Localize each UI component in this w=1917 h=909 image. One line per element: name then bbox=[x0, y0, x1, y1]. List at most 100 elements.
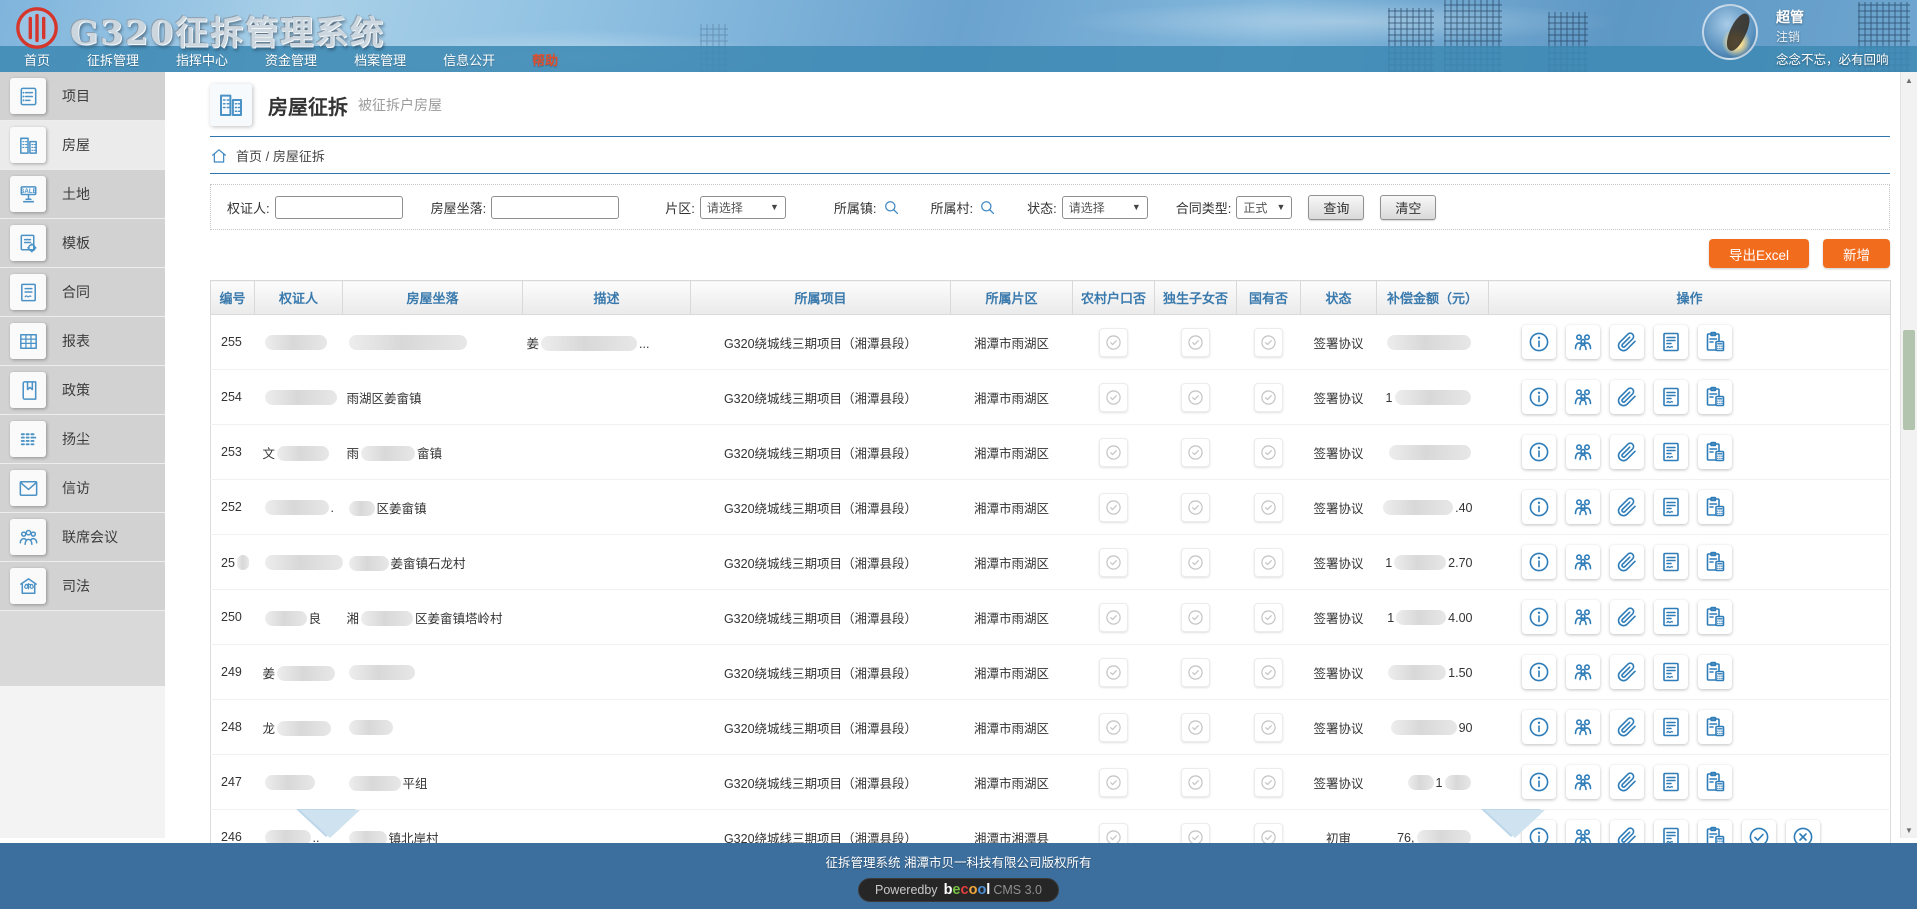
project-cell: G320绕城线三期项目（湘潭县段） bbox=[691, 535, 951, 590]
attach-icon[interactable] bbox=[1610, 325, 1644, 359]
status-select[interactable]: 请选择 ▼ bbox=[1062, 196, 1148, 219]
operations-cell bbox=[1489, 755, 1891, 810]
sidebar-item-petition[interactable]: 信访 bbox=[0, 464, 165, 513]
district-cell: 湘潭市雨湖区 bbox=[951, 755, 1073, 810]
family-icon[interactable] bbox=[1566, 380, 1600, 414]
village-search-icon[interactable] bbox=[978, 198, 997, 217]
address-cell: 湘区姜畲镇塔岭村 bbox=[347, 612, 503, 626]
info-icon[interactable] bbox=[1522, 435, 1556, 469]
info-icon[interactable] bbox=[1522, 655, 1556, 689]
attach-icon[interactable] bbox=[1610, 435, 1644, 469]
table-row: 252 . 区姜畲镇 G320绕城线三期项目（湘潭县段） 湘潭市雨湖区 签署协议… bbox=[211, 480, 1891, 535]
family-icon[interactable] bbox=[1566, 655, 1600, 689]
survey-icon[interactable] bbox=[1698, 325, 1732, 359]
survey-icon[interactable] bbox=[1698, 655, 1732, 689]
contract-type-select[interactable]: 正式 ▼ bbox=[1236, 196, 1292, 219]
nav-item-info-disclosure[interactable]: 信息公开 bbox=[443, 50, 495, 69]
attach-icon[interactable] bbox=[1610, 380, 1644, 414]
district-cell: 湘潭市雨湖区 bbox=[951, 645, 1073, 700]
info-icon[interactable] bbox=[1522, 545, 1556, 579]
operations-cell bbox=[1489, 535, 1891, 590]
sidebar-item-house[interactable]: 房屋 bbox=[0, 121, 165, 170]
family-icon[interactable] bbox=[1566, 435, 1600, 469]
avatar[interactable] bbox=[1702, 4, 1758, 60]
town-search-icon[interactable] bbox=[882, 198, 901, 217]
attach-icon[interactable] bbox=[1610, 765, 1644, 799]
attach-icon[interactable] bbox=[1610, 710, 1644, 744]
area-select[interactable]: 请选择 ▼ bbox=[700, 196, 786, 219]
address-input[interactable] bbox=[491, 196, 619, 219]
contractdoc-icon[interactable] bbox=[1654, 490, 1688, 524]
sidebar-item-project[interactable]: 项目 bbox=[0, 72, 165, 121]
family-icon[interactable] bbox=[1566, 765, 1600, 799]
owner-input[interactable] bbox=[275, 196, 403, 219]
family-icon[interactable] bbox=[1566, 600, 1600, 634]
info-icon[interactable] bbox=[1522, 380, 1556, 414]
nav-item-help[interactable]: 帮助 bbox=[532, 50, 558, 69]
brand-letter: c bbox=[961, 882, 969, 898]
sidebar-item-policy[interactable]: 政策 bbox=[0, 366, 165, 415]
attach-icon[interactable] bbox=[1610, 490, 1644, 524]
scrollbar-thumb[interactable] bbox=[1903, 330, 1915, 430]
chevron-down-icon: ▼ bbox=[1268, 202, 1285, 212]
contractdoc-icon[interactable] bbox=[1654, 380, 1688, 414]
row-id: 253 bbox=[221, 445, 242, 459]
contractdoc-icon[interactable] bbox=[1654, 710, 1688, 744]
survey-icon[interactable] bbox=[1698, 600, 1732, 634]
project-cell: G320绕城线三期项目（湘潭县段） bbox=[691, 315, 951, 370]
info-icon[interactable] bbox=[1522, 490, 1556, 524]
sidebar-item-dust[interactable]: 扬尘 bbox=[0, 415, 165, 464]
col-header-state-owned: 国有否 bbox=[1237, 281, 1301, 315]
attach-icon[interactable] bbox=[1610, 600, 1644, 634]
survey-icon[interactable] bbox=[1698, 435, 1732, 469]
info-icon[interactable] bbox=[1522, 600, 1556, 634]
contractdoc-icon[interactable] bbox=[1654, 765, 1688, 799]
breadcrumb[interactable]: 首页 / 房屋征拆 bbox=[210, 146, 1890, 165]
info-icon[interactable] bbox=[1522, 325, 1556, 359]
sidebar-item-label: 司法 bbox=[62, 576, 90, 596]
user-name: 超管 bbox=[1776, 7, 1804, 27]
contractdoc-icon[interactable] bbox=[1654, 435, 1688, 469]
status-cell: 签署协议 bbox=[1301, 480, 1377, 535]
survey-icon[interactable] bbox=[1698, 490, 1732, 524]
family-icon[interactable] bbox=[1566, 545, 1600, 579]
contractdoc-icon[interactable] bbox=[1654, 600, 1688, 634]
contractdoc-icon[interactable] bbox=[1654, 545, 1688, 579]
sidebar-item-land[interactable]: SALE土地 bbox=[0, 170, 165, 219]
only-child-check-icon bbox=[1181, 603, 1210, 632]
survey-icon[interactable] bbox=[1698, 765, 1732, 799]
sidebar-item-justice[interactable]: 司法 bbox=[0, 562, 165, 611]
survey-icon[interactable] bbox=[1698, 545, 1732, 579]
survey-icon[interactable] bbox=[1698, 710, 1732, 744]
clear-button[interactable]: 清空 bbox=[1380, 195, 1436, 220]
sidebar-item-meeting[interactable]: 联席会议 bbox=[0, 513, 165, 562]
export-excel-button[interactable]: 导出Excel bbox=[1709, 239, 1809, 268]
page-header: 房屋征拆 被征拆户房屋 bbox=[210, 72, 1890, 126]
attach-icon[interactable] bbox=[1610, 545, 1644, 579]
address-cell: 雨湖区姜畲镇 bbox=[347, 392, 422, 406]
family-icon[interactable] bbox=[1566, 325, 1600, 359]
vertical-scrollbar[interactable]: ▲ ▼ bbox=[1900, 72, 1917, 838]
sidebar-item-template[interactable]: 模板 bbox=[0, 219, 165, 268]
info-icon[interactable] bbox=[1522, 765, 1556, 799]
sidebar-item-report[interactable]: 报表 bbox=[0, 317, 165, 366]
petition-icon bbox=[10, 470, 46, 506]
search-button[interactable]: 查询 bbox=[1308, 195, 1364, 220]
sidebar-item-contract[interactable]: 合同 bbox=[0, 268, 165, 317]
owner-cell bbox=[263, 391, 339, 405]
info-icon[interactable] bbox=[1522, 710, 1556, 744]
family-icon[interactable] bbox=[1566, 490, 1600, 524]
scroll-up-arrow[interactable]: ▲ bbox=[1901, 72, 1917, 88]
contractdoc-icon[interactable] bbox=[1654, 325, 1688, 359]
scroll-down-arrow[interactable]: ▼ bbox=[1901, 822, 1917, 838]
family-icon[interactable] bbox=[1566, 710, 1600, 744]
add-button[interactable]: 新增 bbox=[1823, 239, 1890, 268]
nav-item-home[interactable]: 首页 bbox=[24, 50, 50, 69]
contractdoc-icon[interactable] bbox=[1654, 655, 1688, 689]
row-id: 247 bbox=[221, 775, 242, 789]
survey-icon[interactable] bbox=[1698, 380, 1732, 414]
state-owned-check-icon bbox=[1254, 548, 1283, 577]
only-child-check-icon bbox=[1181, 493, 1210, 522]
attach-icon[interactable] bbox=[1610, 655, 1644, 689]
logout-link[interactable]: 注销 bbox=[1776, 28, 1800, 45]
